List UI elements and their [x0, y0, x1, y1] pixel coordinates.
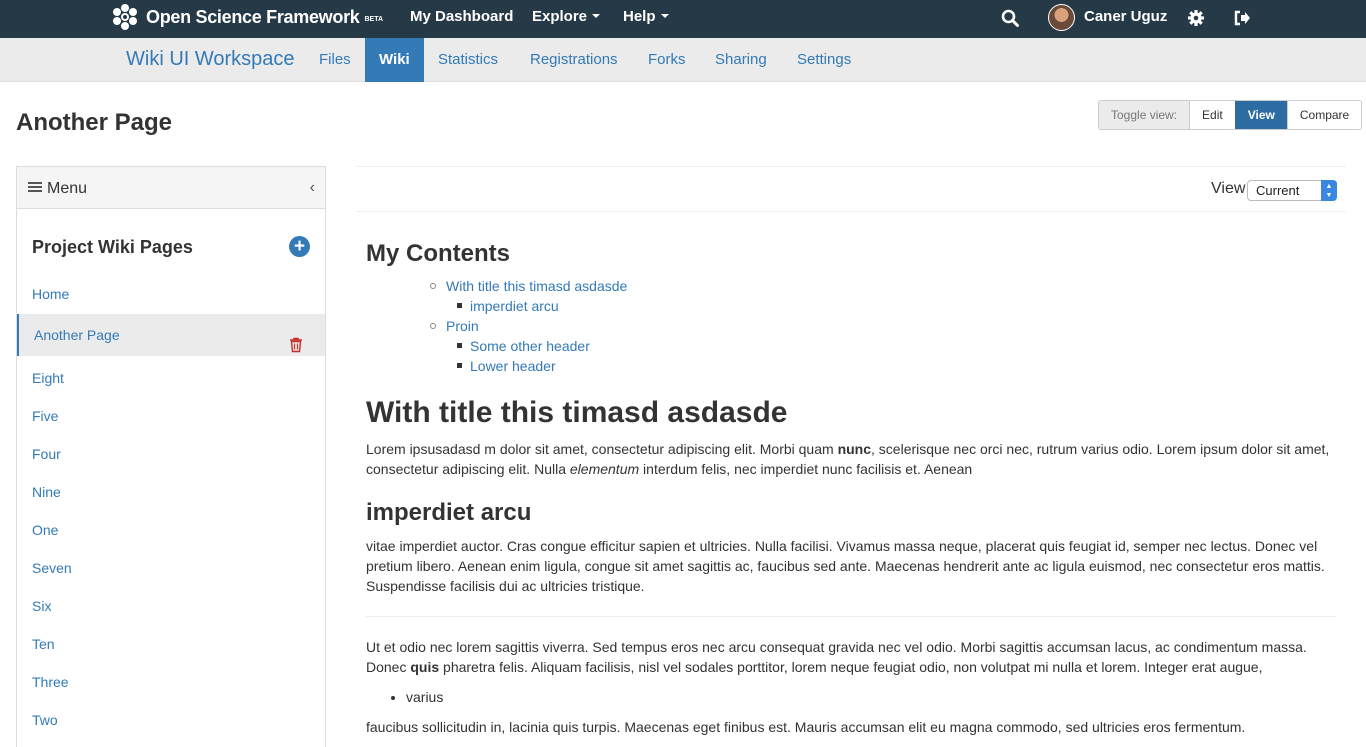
sidebar-item-one[interactable]: One — [17, 511, 325, 549]
osf-logo-icon — [112, 4, 138, 30]
divider — [366, 616, 1336, 617]
sidebar-header: Menu ‹ — [17, 167, 325, 209]
top-navbar: Open Science Framework BETA My Dashboard… — [0, 0, 1366, 38]
sidebar-item-three[interactable]: Three — [17, 663, 325, 701]
content-heading-1: With title this timasd asdasde — [366, 396, 788, 429]
project-title[interactable]: Wiki UI Workspace — [126, 48, 295, 71]
sidebar-item-seven[interactable]: Seven — [17, 549, 325, 587]
page-title: Another Page — [16, 109, 173, 136]
gear-icon[interactable] — [1184, 6, 1208, 30]
paragraph: Lorem ipsusadasd m dolor sit amet, conse… — [366, 441, 1330, 477]
avatar[interactable] — [1048, 4, 1075, 31]
list-icon — [28, 182, 42, 193]
toc-item: Proin Some other header Lower header — [430, 316, 1336, 376]
tab-settings[interactable]: Settings — [783, 38, 865, 82]
tab-sharing[interactable]: Sharing — [701, 38, 781, 82]
chevron-down-icon — [592, 14, 601, 18]
sidebar-item-label: Another Page — [34, 327, 120, 343]
nav-explore-label: Explore — [532, 8, 588, 25]
brand-name: Open Science Framework — [146, 6, 360, 27]
list-item: varius — [406, 687, 1336, 707]
toc-link-proin[interactable]: Proin — [446, 318, 479, 334]
paragraph: vitae imperdiet auctor. Cras congue effi… — [366, 538, 1325, 594]
sidebar-item-eight[interactable]: Eight — [17, 359, 325, 397]
tab-statistics[interactable]: Statistics — [424, 38, 512, 82]
toc-link-with-title[interactable]: With title this timasd asdasde — [446, 278, 627, 294]
toc-link-lower-header[interactable]: Lower header — [457, 356, 1336, 376]
add-page-icon[interactable]: + — [289, 236, 310, 257]
wiki-page-list: Home Another Page Eight Five Four Nine O… — [17, 275, 325, 739]
view-select-value: Current — [1256, 183, 1300, 198]
select-arrows-icon: ▲ ▼ — [1321, 180, 1337, 201]
bullet-list: varius — [406, 687, 1336, 707]
toc-title: My Contents — [366, 240, 510, 267]
wiki-view-header: View Current ▲ ▼ — [356, 166, 1346, 212]
content-heading-2: imperdiet arcu — [366, 499, 532, 526]
toggle-view-button[interactable]: View — [1234, 101, 1287, 129]
tab-files[interactable]: Files — [305, 38, 365, 82]
user-name[interactable]: Caner Uguz — [1084, 0, 1167, 38]
paragraph: Ut et odio nec lorem sagittis viverra. S… — [366, 639, 1307, 675]
tab-wiki[interactable]: Wiki — [365, 38, 424, 82]
wiki-content: My Contents With title this timasd asdas… — [366, 240, 1336, 737]
project-navbar: Wiki UI Workspace Files Wiki Statistics … — [0, 38, 1366, 82]
sidebar-item-four[interactable]: Four — [17, 435, 325, 473]
search-icon[interactable] — [998, 6, 1022, 30]
paragraph: faucibus sollicitudin in, lacinia quis t… — [366, 719, 1246, 735]
sign-out-icon[interactable] — [1230, 6, 1254, 30]
sidebar-item-five[interactable]: Five — [17, 397, 325, 435]
toggle-view-label: Toggle view: — [1099, 101, 1190, 129]
view-label: View — [1211, 180, 1246, 197]
toc-link-imperdiet-arcu[interactable]: imperdiet arcu — [457, 296, 1336, 316]
toggle-compare-button[interactable]: Compare — [1286, 101, 1362, 129]
tab-forks[interactable]: Forks — [634, 38, 700, 82]
toggle-edit-button[interactable]: Edit — [1189, 101, 1235, 129]
view-version-select[interactable]: Current ▲ ▼ — [1247, 180, 1337, 201]
table-of-contents: With title this timasd asdasde imperdiet… — [430, 276, 1336, 376]
sidebar-item-home[interactable]: Home — [17, 275, 325, 313]
nav-explore[interactable]: Explore — [532, 0, 601, 38]
toc-link-some-other-header[interactable]: Some other header — [457, 336, 1336, 356]
chevron-down-icon — [660, 14, 669, 18]
trash-icon[interactable] — [289, 327, 303, 353]
toc-item: With title this timasd asdasde imperdiet… — [430, 276, 1336, 316]
wiki-sidebar: Menu ‹ Project Wiki Pages + Home Another… — [16, 166, 326, 747]
sidebar-item-another-page[interactable]: Another Page — [17, 314, 325, 356]
sidebar-item-six[interactable]: Six — [17, 587, 325, 625]
sidebar-item-nine[interactable]: Nine — [17, 473, 325, 511]
toggle-view-group: Toggle view: Edit View Compare — [1098, 100, 1363, 130]
nav-help-label: Help — [623, 8, 656, 25]
nav-help[interactable]: Help — [623, 0, 669, 38]
brand-link[interactable]: Open Science Framework BETA — [112, 4, 383, 30]
tab-registrations[interactable]: Registrations — [516, 38, 632, 82]
menu-label: Menu — [47, 180, 88, 197]
sidebar-title: Project Wiki Pages — [32, 237, 193, 257]
collapse-sidebar-icon[interactable]: ‹ — [310, 179, 315, 197]
nav-my-dashboard[interactable]: My Dashboard — [410, 0, 513, 38]
beta-badge: BETA — [364, 15, 384, 23]
sidebar-item-two[interactable]: Two — [17, 701, 325, 739]
sidebar-item-ten[interactable]: Ten — [17, 625, 325, 663]
